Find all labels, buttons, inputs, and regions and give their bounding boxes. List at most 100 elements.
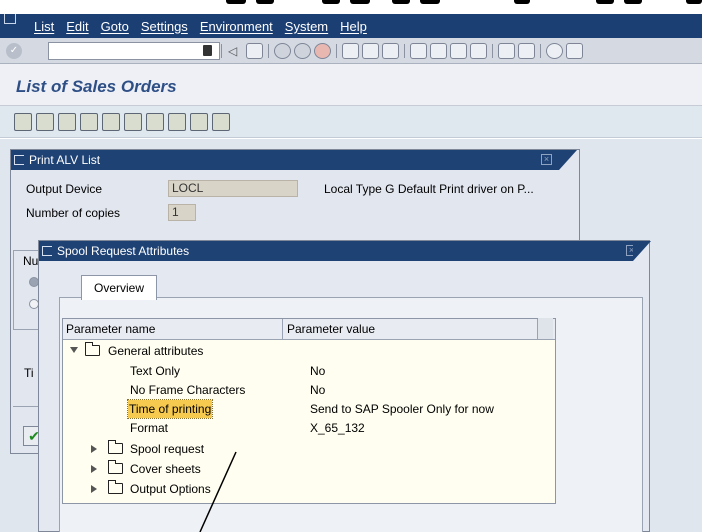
toolbar-separator — [268, 44, 269, 58]
collapse-icon[interactable] — [70, 347, 78, 353]
column-header-parameter-value[interactable]: Parameter value — [284, 319, 538, 340]
dialog-icon — [42, 246, 52, 256]
folder-open-icon — [85, 342, 100, 356]
cropped-glyph — [624, 0, 642, 4]
cancel-icon[interactable] — [314, 43, 331, 59]
command-field[interactable] — [48, 42, 220, 60]
parameter-value: Send to SAP Spooler Only for now — [310, 402, 494, 416]
save-icon[interactable] — [246, 43, 263, 59]
create-session-icon[interactable] — [498, 43, 515, 59]
tree-node-label: General attributes — [108, 344, 204, 358]
first-page-icon[interactable] — [410, 43, 427, 59]
expand-icon[interactable] — [91, 465, 97, 473]
header-scroll-corner — [538, 318, 553, 339]
exit-icon[interactable] — [294, 43, 311, 59]
tree-node-output-options[interactable]: Output Options — [63, 479, 555, 499]
shortcut-icon[interactable] — [518, 43, 535, 59]
enter-check-icon[interactable]: ✓ — [6, 43, 22, 59]
back-icon[interactable] — [274, 43, 291, 59]
tree-header: Parameter name Parameter value — [63, 319, 555, 340]
output-device-field[interactable]: LOCL — [168, 180, 298, 197]
next-page-icon[interactable] — [450, 43, 467, 59]
tree-leaf-no-frame-characters[interactable]: No Frame Characters No — [63, 380, 555, 400]
menu-help[interactable]: Help — [340, 19, 367, 34]
spool-request-attributes-dialog: Spool Request Attributes × Overview Para… — [38, 240, 651, 532]
previous-page-icon[interactable] — [430, 43, 447, 59]
menu-edit[interactable]: Edit — [66, 19, 88, 34]
find-next-icon[interactable] — [382, 43, 399, 59]
set-filter-icon[interactable] — [124, 113, 142, 131]
print-icon[interactable] — [342, 43, 359, 59]
print-dialog-title: Print ALV List — [29, 153, 101, 167]
parameter-name: Text Only — [130, 364, 181, 378]
copies-label: Number of copies — [26, 206, 121, 220]
copies-field[interactable]: 1 — [168, 204, 196, 221]
toolbar-separator — [492, 44, 493, 58]
toolbar-separator — [404, 44, 405, 58]
menu-system[interactable]: System — [285, 19, 328, 34]
cropped-glyph — [350, 0, 370, 4]
layout-menu-icon[interactable] — [566, 43, 583, 59]
command-history-icon[interactable] — [203, 45, 212, 56]
print-dialog-titlebar: Print ALV List × — [11, 150, 559, 170]
tree-node-label: Cover sheets — [130, 462, 201, 476]
title-bar: List of Sales Orders — [0, 64, 702, 106]
filter-icon[interactable] — [58, 113, 76, 131]
tree-leaf-text-only[interactable]: Text Only No — [63, 361, 555, 381]
tree-leaf-format[interactable]: Format X_65_132 — [63, 418, 555, 438]
dialog-icon — [14, 155, 24, 165]
parameter-value: No — [310, 364, 326, 378]
cropped-glyph — [322, 0, 340, 4]
column-header-parameter-name[interactable]: Parameter name — [63, 319, 283, 340]
cropped-glyph — [392, 0, 410, 4]
tree-node-cover-sheets[interactable]: Cover sheets — [63, 459, 555, 479]
output-device-label: Output Device — [26, 182, 103, 196]
page-title: List of Sales Orders — [16, 77, 177, 96]
tab-overview[interactable]: Overview — [81, 275, 157, 300]
titlebar-tail — [633, 241, 651, 261]
standard-toolbar: ✓ ◁ — [0, 38, 702, 64]
parameter-tree: Parameter name Parameter value General a… — [62, 318, 556, 504]
last-page-icon[interactable] — [470, 43, 487, 59]
system-menu-icon[interactable] — [4, 14, 16, 24]
menu-list[interactable]: List — [34, 19, 54, 34]
sort-descending-icon[interactable] — [102, 113, 120, 131]
parameter-name-selected: Time of printing — [126, 399, 214, 419]
close-icon[interactable]: × — [541, 154, 552, 165]
folder-icon — [108, 440, 123, 454]
toolbar-separator — [221, 44, 222, 58]
spool-dialog-titlebar: Spool Request Attributes × — [39, 241, 637, 261]
expand-icon[interactable] — [91, 485, 97, 493]
folder-icon — [108, 480, 123, 494]
menu-bar: List Edit Goto Settings Environment Syst… — [0, 14, 702, 38]
sum-icon[interactable] — [190, 113, 208, 131]
cropped-glyph — [514, 0, 530, 4]
tree-node-spool-request[interactable]: Spool request — [63, 439, 555, 459]
parameter-value: X_65_132 — [310, 421, 365, 435]
cropped-glyph — [686, 0, 702, 4]
application-toolbar — [0, 106, 702, 138]
titlebar-tail — [559, 150, 577, 170]
menu-settings[interactable]: Settings — [141, 19, 188, 34]
print-preview-icon[interactable] — [36, 113, 54, 131]
details-icon[interactable] — [14, 113, 32, 131]
help-icon[interactable] — [546, 43, 563, 59]
menu-goto[interactable]: Goto — [101, 19, 129, 34]
spool-dialog-title: Spool Request Attributes — [57, 244, 190, 258]
sort-ascending-icon[interactable] — [80, 113, 98, 131]
parameter-value: No — [310, 383, 326, 397]
expand-icon[interactable] — [91, 445, 97, 453]
layout-icon[interactable] — [168, 113, 186, 131]
cropped-glyph — [596, 0, 614, 4]
tree-node-general-attributes[interactable]: General attributes — [63, 341, 555, 361]
parameter-name: No Frame Characters — [130, 383, 246, 397]
folder-icon — [108, 460, 123, 474]
cropped-glyph — [420, 0, 440, 4]
find-icon[interactable] — [362, 43, 379, 59]
export-icon[interactable] — [146, 113, 164, 131]
menu-environment[interactable]: Environment — [200, 19, 273, 34]
subtotal-icon[interactable] — [212, 113, 230, 131]
tree-leaf-time-of-printing[interactable]: Time of printing Send to SAP Spooler Onl… — [63, 399, 555, 419]
back-arrow-icon[interactable]: ◁ — [228, 43, 245, 59]
parameter-name: Format — [130, 421, 169, 435]
